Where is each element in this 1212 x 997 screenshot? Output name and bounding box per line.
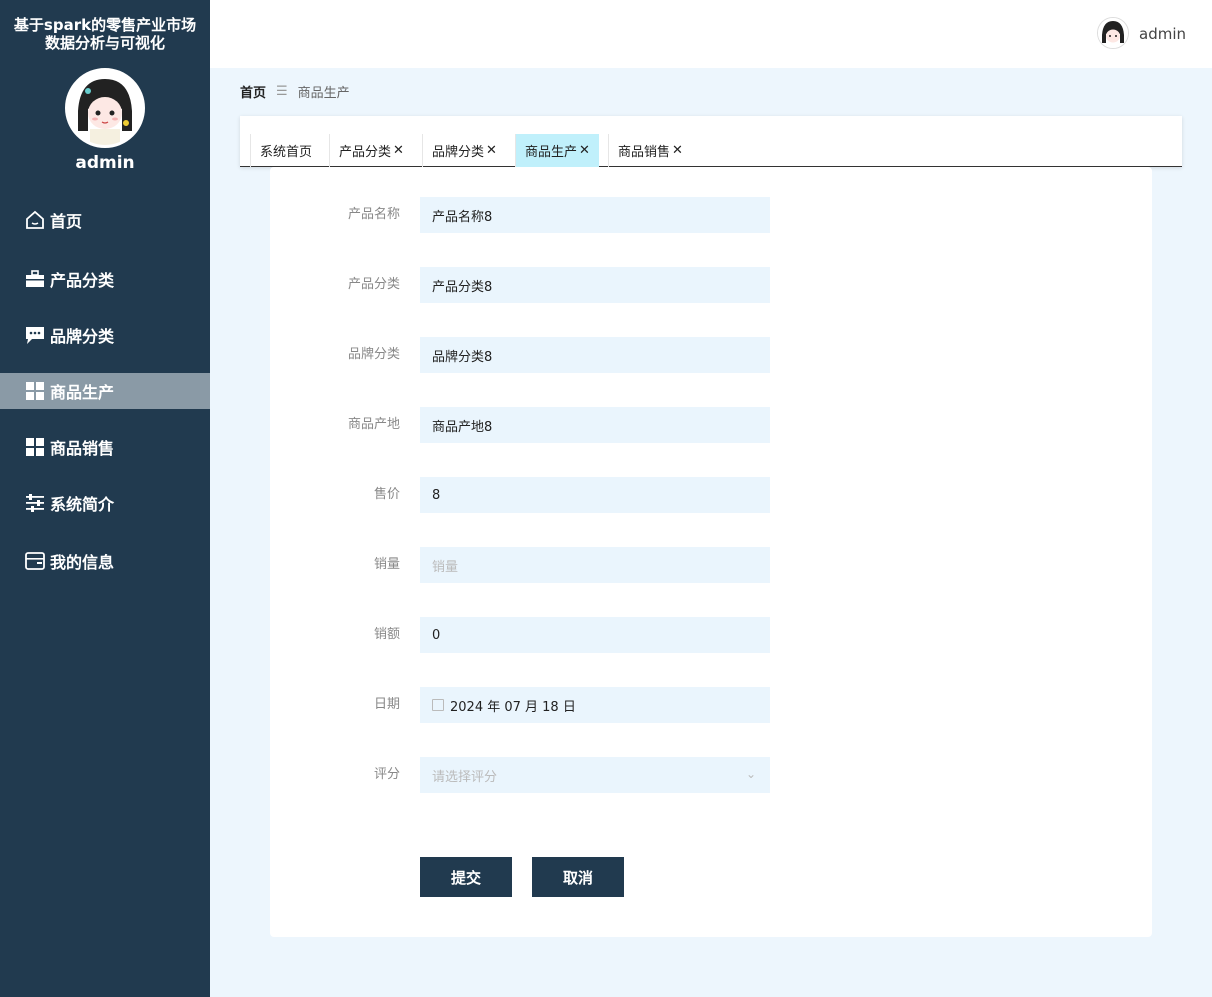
form-row-sales-volume: 销量 销量	[270, 547, 770, 583]
field-label: 产品名称	[347, 207, 400, 222]
app-title: 基于spark的零售产业市场数据分析与可视化	[13, 16, 197, 52]
header-avatar[interactable]	[1097, 17, 1129, 49]
sidebar-item-product-production[interactable]: 商品生产	[0, 373, 210, 409]
sidebar-item-product-sales[interactable]: 商品销售	[0, 429, 210, 465]
sidebar: 基于spark的零售产业市场数据分析与可视化 admin 首页 产品分类 品牌分…	[0, 0, 210, 997]
breadcrumb-separator: ☰	[276, 84, 288, 99]
sidebar-item-brand-category[interactable]: 品牌分类	[0, 317, 210, 353]
close-icon[interactable]: ✕	[393, 143, 404, 158]
product-category-input[interactable]: 产品分类8	[420, 267, 770, 303]
sidebar-item-label: 产品分类	[50, 271, 115, 290]
tab-brand-category[interactable]: 品牌分类 ✕	[422, 134, 506, 167]
tab-product-sales[interactable]: 商品销售 ✕	[608, 134, 692, 167]
tab-system-home[interactable]: 系统首页	[250, 134, 321, 167]
close-icon[interactable]: ✕	[579, 143, 590, 158]
tabs-bar: 系统首页 产品分类 ✕ 品牌分类 ✕ 商品生产 ✕ 商品销售 ✕	[240, 116, 1182, 167]
form-row-price: 售价 8	[270, 477, 770, 513]
wallet-icon	[24, 550, 46, 572]
chat-bubble-icon	[24, 324, 46, 346]
sidebar-item-product-category[interactable]: 产品分类	[0, 261, 210, 297]
origin-input[interactable]: 商品产地8	[420, 407, 770, 443]
sidebar-item-my-info[interactable]: 我的信息	[0, 543, 210, 579]
field-label: 品牌分类	[347, 347, 400, 362]
tab-product-category[interactable]: 产品分类 ✕	[329, 134, 413, 167]
sidebar-item-label: 商品生产	[50, 383, 115, 402]
form-row-date: 日期 2024 年 07 月 18 日	[270, 687, 770, 723]
grid-icon	[24, 436, 46, 458]
sidebar-item-home[interactable]: 首页	[0, 202, 210, 238]
sidebar-item-system-intro[interactable]: 系统简介	[0, 485, 210, 521]
form-row-rating: 评分 请选择评分 ⌄	[270, 757, 770, 793]
sidebar-username: admin	[75, 153, 135, 173]
sidebar-avatar	[65, 68, 145, 148]
calendar-icon	[432, 699, 444, 711]
briefcase-icon	[24, 268, 46, 290]
breadcrumb-current: 商品生产	[297, 86, 350, 101]
submit-button[interactable]: 提交	[420, 857, 512, 897]
close-icon[interactable]: ✕	[486, 143, 497, 158]
tab-label: 产品分类	[339, 145, 392, 160]
field-label: 产品分类	[347, 277, 400, 292]
tab-label: 系统首页	[260, 145, 313, 160]
sidebar-item-label: 品牌分类	[50, 327, 115, 346]
sidebar-item-label: 商品销售	[50, 439, 115, 458]
form-row-origin: 商品产地 商品产地8	[270, 407, 770, 443]
form-row-product-category: 产品分类 产品分类8	[270, 267, 770, 303]
tab-label: 商品销售	[618, 145, 671, 160]
form-row-brand-category: 品牌分类 品牌分类8	[270, 337, 770, 373]
sales-volume-input[interactable]: 销量	[420, 547, 770, 583]
grid-icon	[24, 380, 46, 402]
breadcrumb: 首页 ☰ 商品生产	[240, 82, 350, 101]
rating-select[interactable]: 请选择评分 ⌄	[420, 757, 770, 793]
sidebar-item-label: 系统简介	[50, 495, 115, 514]
home-icon	[24, 209, 46, 231]
close-icon[interactable]: ✕	[672, 143, 683, 158]
top-header: admin	[210, 0, 1212, 68]
tab-product-production[interactable]: 商品生产 ✕	[515, 134, 599, 167]
product-name-input[interactable]: 产品名称8	[420, 197, 770, 233]
field-label: 商品产地	[347, 417, 400, 432]
brand-category-input[interactable]: 品牌分类8	[420, 337, 770, 373]
cancel-button[interactable]: 取消	[532, 857, 624, 897]
breadcrumb-home[interactable]: 首页	[240, 82, 266, 101]
field-label: 销额	[373, 627, 400, 642]
date-value: 2024 年 07 月 18 日	[450, 699, 576, 715]
form-row-product-name: 产品名称 产品名称8	[270, 197, 770, 233]
field-label: 售价	[373, 487, 400, 502]
form-row-sales-amount: 销额 0	[270, 617, 770, 653]
header-username[interactable]: admin	[1139, 25, 1186, 43]
tab-label: 品牌分类	[432, 145, 485, 160]
field-label: 销量	[373, 557, 400, 572]
price-input[interactable]: 8	[420, 477, 770, 513]
tab-label: 商品生产	[525, 145, 578, 160]
field-label: 日期	[373, 697, 400, 712]
rating-placeholder: 请选择评分	[432, 769, 498, 785]
sliders-icon	[24, 492, 46, 514]
sidebar-item-label: 我的信息	[50, 553, 115, 572]
sidebar-item-label: 首页	[50, 212, 83, 231]
sales-amount-input[interactable]: 0	[420, 617, 770, 653]
chevron-down-icon: ⌄	[745, 767, 756, 781]
date-picker[interactable]: 2024 年 07 月 18 日	[420, 687, 770, 723]
field-label: 评分	[373, 767, 400, 782]
